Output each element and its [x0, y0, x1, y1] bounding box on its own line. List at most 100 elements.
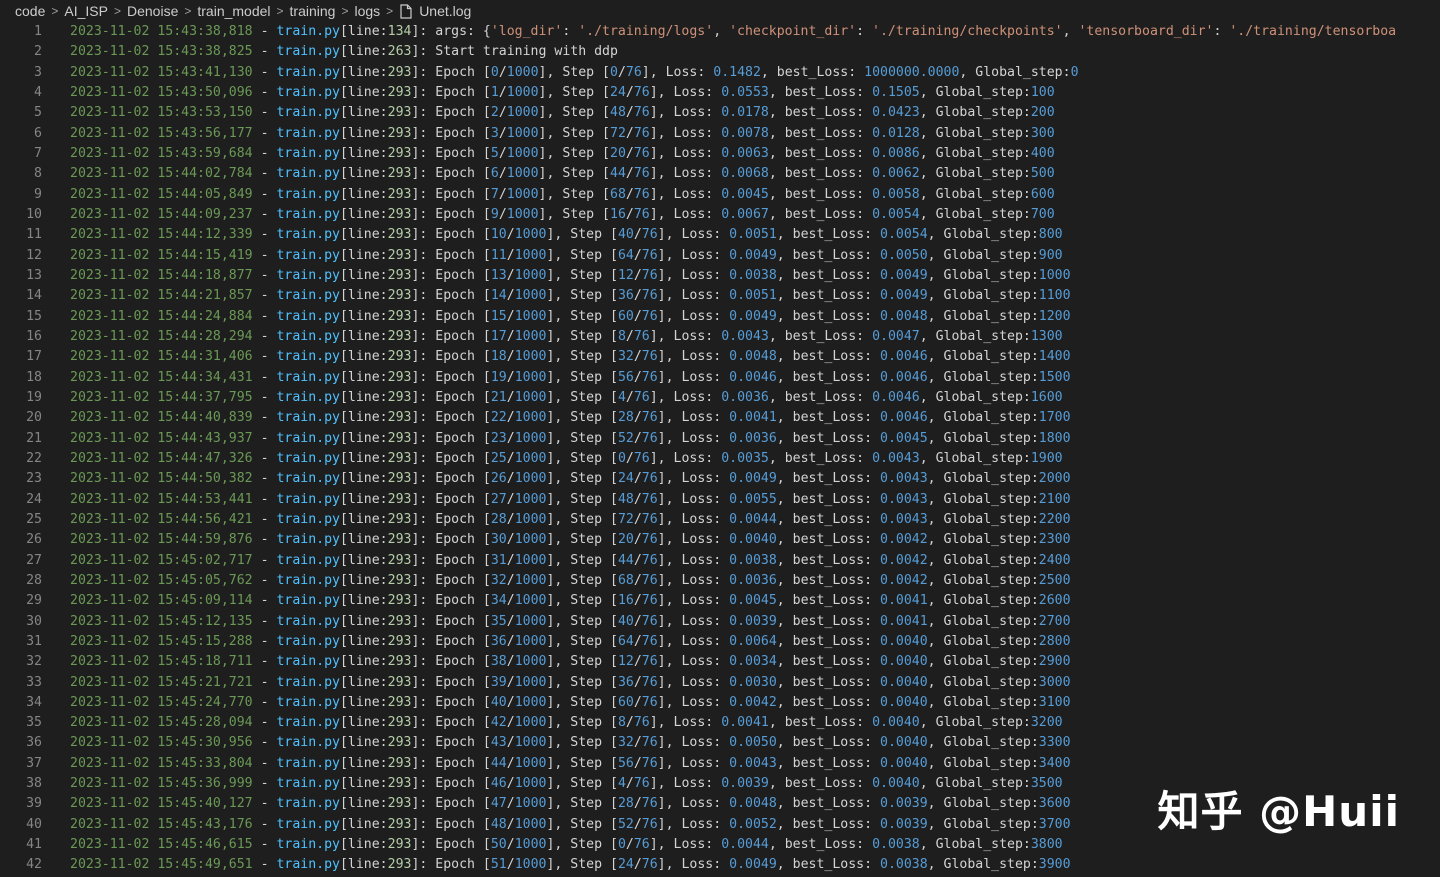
step-value: 36	[617, 288, 634, 304]
loss-value: 0.0036	[729, 430, 777, 446]
best-loss-value: 0.0049	[880, 288, 928, 304]
label: ]: Epoch [	[411, 857, 491, 873]
line-number: 6	[34, 125, 42, 141]
label: ], Step [	[546, 410, 618, 426]
slash: /	[506, 715, 515, 731]
label: ]: Epoch [	[411, 471, 491, 487]
step-value: 64	[617, 247, 634, 263]
slash: /	[506, 308, 515, 324]
label: ]: Epoch [	[411, 125, 491, 141]
best-loss-value: 0.0040	[880, 633, 928, 649]
line-content: 2023-11-02 15:45:30,956 - train.py[line:…	[70, 733, 1071, 753]
timestamp: 2023-11-02 15:44:40,839	[70, 410, 253, 426]
source-file: train.py	[276, 776, 340, 792]
epoch-total: 1000	[514, 613, 547, 629]
arg-value: './training/checkpoints'	[872, 24, 1063, 39]
global-step-value: 1100	[1038, 288, 1071, 304]
label: ], Step [	[546, 308, 618, 324]
best-loss-value: 0.0050	[880, 247, 928, 263]
label: , best_Loss:	[768, 389, 873, 405]
step-value: 4	[617, 776, 626, 792]
global-step-value: 600	[1030, 186, 1055, 202]
label: ]: Epoch [	[411, 735, 491, 751]
label: ], Step [	[538, 105, 610, 121]
code-line: 18 2023-11-02 15:44:34,431 - train.py[lin…	[0, 368, 1440, 388]
slash: /	[506, 491, 515, 507]
best-loss-value: 0.0040	[880, 694, 928, 710]
loss-value: 0.0048	[729, 796, 777, 812]
label: , best_Loss:	[776, 857, 880, 873]
step-total: 76	[641, 247, 658, 263]
epoch-total: 1000	[514, 776, 547, 792]
step-total: 76	[633, 328, 650, 344]
breadcrumb-item-logs[interactable]: logs	[353, 3, 381, 19]
line-number: 42	[26, 857, 42, 873]
label: , best_Loss:	[776, 369, 880, 385]
global-step-value: 500	[1030, 166, 1055, 182]
line-number: 30	[26, 613, 42, 629]
step-value: 72	[610, 125, 626, 141]
line-content: 2023-11-02 15:44:37,795 - train.py[line:…	[70, 388, 1063, 408]
line-number: 27	[26, 552, 42, 568]
best-loss-value: 0.0041	[880, 613, 928, 629]
epoch-value: 36	[490, 633, 507, 649]
line-number: 11	[26, 227, 42, 243]
label: , best_Loss:	[776, 674, 880, 690]
best-loss-value: 0.0043	[880, 471, 928, 487]
breadcrumb-item-train-model[interactable]: train_model	[196, 3, 271, 19]
slash: /	[498, 206, 507, 222]
source-line: 293	[387, 532, 412, 548]
label: ], Loss:	[649, 450, 722, 466]
label: ], Loss:	[657, 227, 730, 243]
editor[interactable]: 1 2023-11-02 15:43:38,818 - train.py[lin…	[0, 22, 1440, 877]
label: , best_Loss:	[776, 694, 880, 710]
line-number: 40	[26, 816, 42, 832]
epoch-value: 47	[490, 796, 507, 812]
slash: /	[633, 796, 642, 812]
line-number: 29	[26, 593, 42, 609]
step-value: 56	[617, 755, 634, 771]
code-line: 2 2023-11-02 15:43:38,825 - train.py[lin…	[0, 42, 1440, 62]
label: ]: Epoch [	[411, 64, 491, 80]
source-file: train.py	[276, 267, 340, 283]
line-content: 2023-11-02 15:45:18,711 - train.py[line:…	[70, 652, 1071, 672]
line-content: 2023-11-02 15:45:24,770 - train.py[line:…	[70, 693, 1071, 713]
source-line: 293	[387, 166, 412, 182]
step-total: 76	[641, 267, 658, 283]
label: , best_Loss:	[776, 613, 880, 629]
label: ], Loss:	[657, 857, 730, 873]
source-line: 293	[387, 227, 412, 243]
slash: /	[625, 145, 634, 161]
bracket: [line:	[339, 288, 388, 304]
line-content: 2023-11-02 15:43:41,130 - train.py[line:…	[70, 63, 1079, 83]
slash: /	[633, 227, 642, 243]
bracket: [line:	[339, 247, 388, 263]
timestamp: 2023-11-02 15:44:37,795	[70, 389, 253, 405]
step-value: 0	[617, 837, 626, 853]
breadcrumb-file-name[interactable]: Unet.log	[418, 3, 472, 19]
bracket: [line:	[339, 613, 388, 629]
label: ]: Epoch [	[411, 145, 491, 161]
best-loss-value: 0.1505	[872, 84, 920, 100]
step-total: 76	[633, 125, 650, 141]
label: ], Step [	[546, 471, 618, 487]
code-line: 33 2023-11-02 15:45:21,721 - train.py[lin…	[0, 673, 1440, 693]
breadcrumb-item-code[interactable]: code	[14, 3, 46, 19]
slash: /	[633, 593, 642, 609]
breadcrumb-item-training[interactable]: training	[289, 3, 337, 19]
epoch-value: 25	[490, 450, 507, 466]
step-total: 76	[641, 430, 658, 446]
source-file: train.py	[276, 796, 340, 812]
source-line: 293	[387, 715, 412, 731]
epoch-total: 1000	[514, 410, 547, 426]
source-file: train.py	[276, 532, 340, 548]
breadcrumb-item-ai-isp[interactable]: AI_ISP	[63, 3, 109, 19]
label: ]: Epoch [	[411, 694, 491, 710]
loss-value: 0.0030	[729, 674, 777, 690]
code-line: 20 2023-11-02 15:44:40,839 - train.py[lin…	[0, 408, 1440, 428]
breadcrumb-item-denoise[interactable]: Denoise	[126, 3, 179, 19]
bracket: [line:	[339, 491, 388, 507]
label: , best_Loss:	[768, 450, 873, 466]
epoch-total: 1000	[514, 227, 547, 243]
slash: /	[506, 328, 515, 344]
